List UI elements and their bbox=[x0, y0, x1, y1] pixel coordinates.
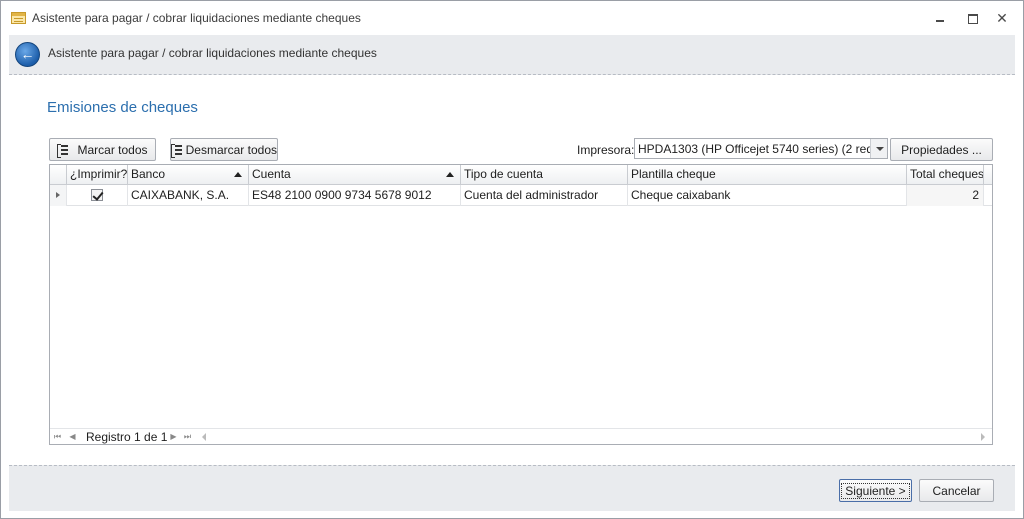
printer-dropdown[interactable]: HPDA1303 (HP Officejet 5740 series) (2 r… bbox=[634, 138, 888, 159]
printer-value: HPDA1303 (HP Officejet 5740 series) (2 r… bbox=[638, 142, 870, 156]
close-icon[interactable]: ✕ bbox=[993, 10, 1011, 26]
printer-label: Impresora: bbox=[577, 143, 635, 157]
scroll-left-icon[interactable] bbox=[202, 433, 206, 441]
chevron-down-icon[interactable] bbox=[870, 139, 887, 158]
minimize-icon[interactable] bbox=[931, 10, 949, 26]
checklist-icon bbox=[171, 143, 182, 158]
next-record-icon[interactable]: ▶ bbox=[168, 431, 179, 442]
cancel-button-label: Cancelar bbox=[932, 483, 981, 498]
first-record-icon[interactable]: ⏮ bbox=[52, 431, 63, 442]
section-title: Emisiones de cheques bbox=[47, 99, 198, 116]
banco-cell: CAIXABANK, S.A. bbox=[128, 185, 249, 206]
select-all-label: Marcar todos bbox=[77, 142, 148, 157]
total-cell: 2 bbox=[907, 185, 984, 206]
wizard-window: Asistente para pagar / cobrar liquidacio… bbox=[0, 0, 1024, 519]
wizard-header: ← Asistente para pagar / cobrar liquidac… bbox=[9, 35, 1015, 75]
checklist-icon bbox=[57, 143, 69, 158]
title-bar: Asistente para pagar / cobrar liquidacio… bbox=[1, 1, 1023, 35]
column-header-total[interactable]: Total cheques bbox=[907, 165, 984, 185]
row-indicator bbox=[50, 185, 67, 206]
properties-label: Propiedades ... bbox=[901, 142, 982, 157]
column-header-tipo[interactable]: Tipo de cuenta bbox=[461, 165, 628, 185]
column-header-cuenta-label: Cuenta bbox=[252, 167, 291, 181]
column-header-banco-label: Banco bbox=[131, 167, 166, 181]
window-title: Asistente para pagar / cobrar liquidacio… bbox=[32, 11, 361, 25]
maximize-icon[interactable] bbox=[963, 10, 981, 26]
record-counter: Registro 1 de 1 bbox=[86, 430, 168, 444]
back-arrow-icon[interactable]: ← bbox=[15, 42, 40, 67]
column-header-banco[interactable]: Banco bbox=[128, 165, 249, 185]
grid-header: ¿Imprimir? Banco Cuenta Tipo de cuenta P… bbox=[50, 165, 992, 185]
last-record-icon[interactable]: ⏭ bbox=[182, 431, 193, 442]
deselect-all-button[interactable]: Desmarcar todos bbox=[170, 138, 278, 161]
tipo-cell: Cuenta del administrador bbox=[461, 185, 628, 206]
sort-ascending-icon bbox=[234, 172, 242, 177]
cancel-button[interactable]: Cancelar bbox=[919, 479, 994, 502]
scroll-right-icon[interactable] bbox=[981, 433, 985, 441]
cheques-grid: ¿Imprimir? Banco Cuenta Tipo de cuenta P… bbox=[49, 164, 993, 445]
wizard-header-title: Asistente para pagar / cobrar liquidacio… bbox=[48, 46, 377, 60]
table-row[interactable]: CAIXABANK, S.A. ES48 2100 0900 9734 5678… bbox=[50, 185, 992, 206]
next-button[interactable]: Siguiente > bbox=[839, 479, 912, 502]
imprimir-cell bbox=[67, 185, 128, 206]
column-header-cuenta[interactable]: Cuenta bbox=[249, 165, 461, 185]
column-header-imprimir[interactable]: ¿Imprimir? bbox=[67, 165, 128, 185]
next-button-label: Siguiente > bbox=[841, 482, 910, 499]
row-indicator-header bbox=[50, 165, 67, 185]
imprimir-checkbox[interactable] bbox=[91, 189, 103, 201]
properties-button[interactable]: Propiedades ... bbox=[890, 138, 993, 161]
deselect-all-label: Desmarcar todos bbox=[185, 142, 277, 157]
previous-record-icon[interactable]: ◀ bbox=[67, 431, 78, 442]
cuenta-cell: ES48 2100 0900 9734 5678 9012 bbox=[249, 185, 461, 206]
sort-ascending-icon bbox=[446, 172, 454, 177]
app-window-icon bbox=[11, 12, 26, 24]
select-all-button[interactable]: Marcar todos bbox=[49, 138, 156, 161]
grid-navigator: ⏮ ◀ Registro 1 de 1 ▶ ⏭ bbox=[50, 428, 992, 444]
plantilla-cell: Cheque caixabank bbox=[628, 185, 907, 206]
column-header-plantilla[interactable]: Plantilla cheque bbox=[628, 165, 907, 185]
